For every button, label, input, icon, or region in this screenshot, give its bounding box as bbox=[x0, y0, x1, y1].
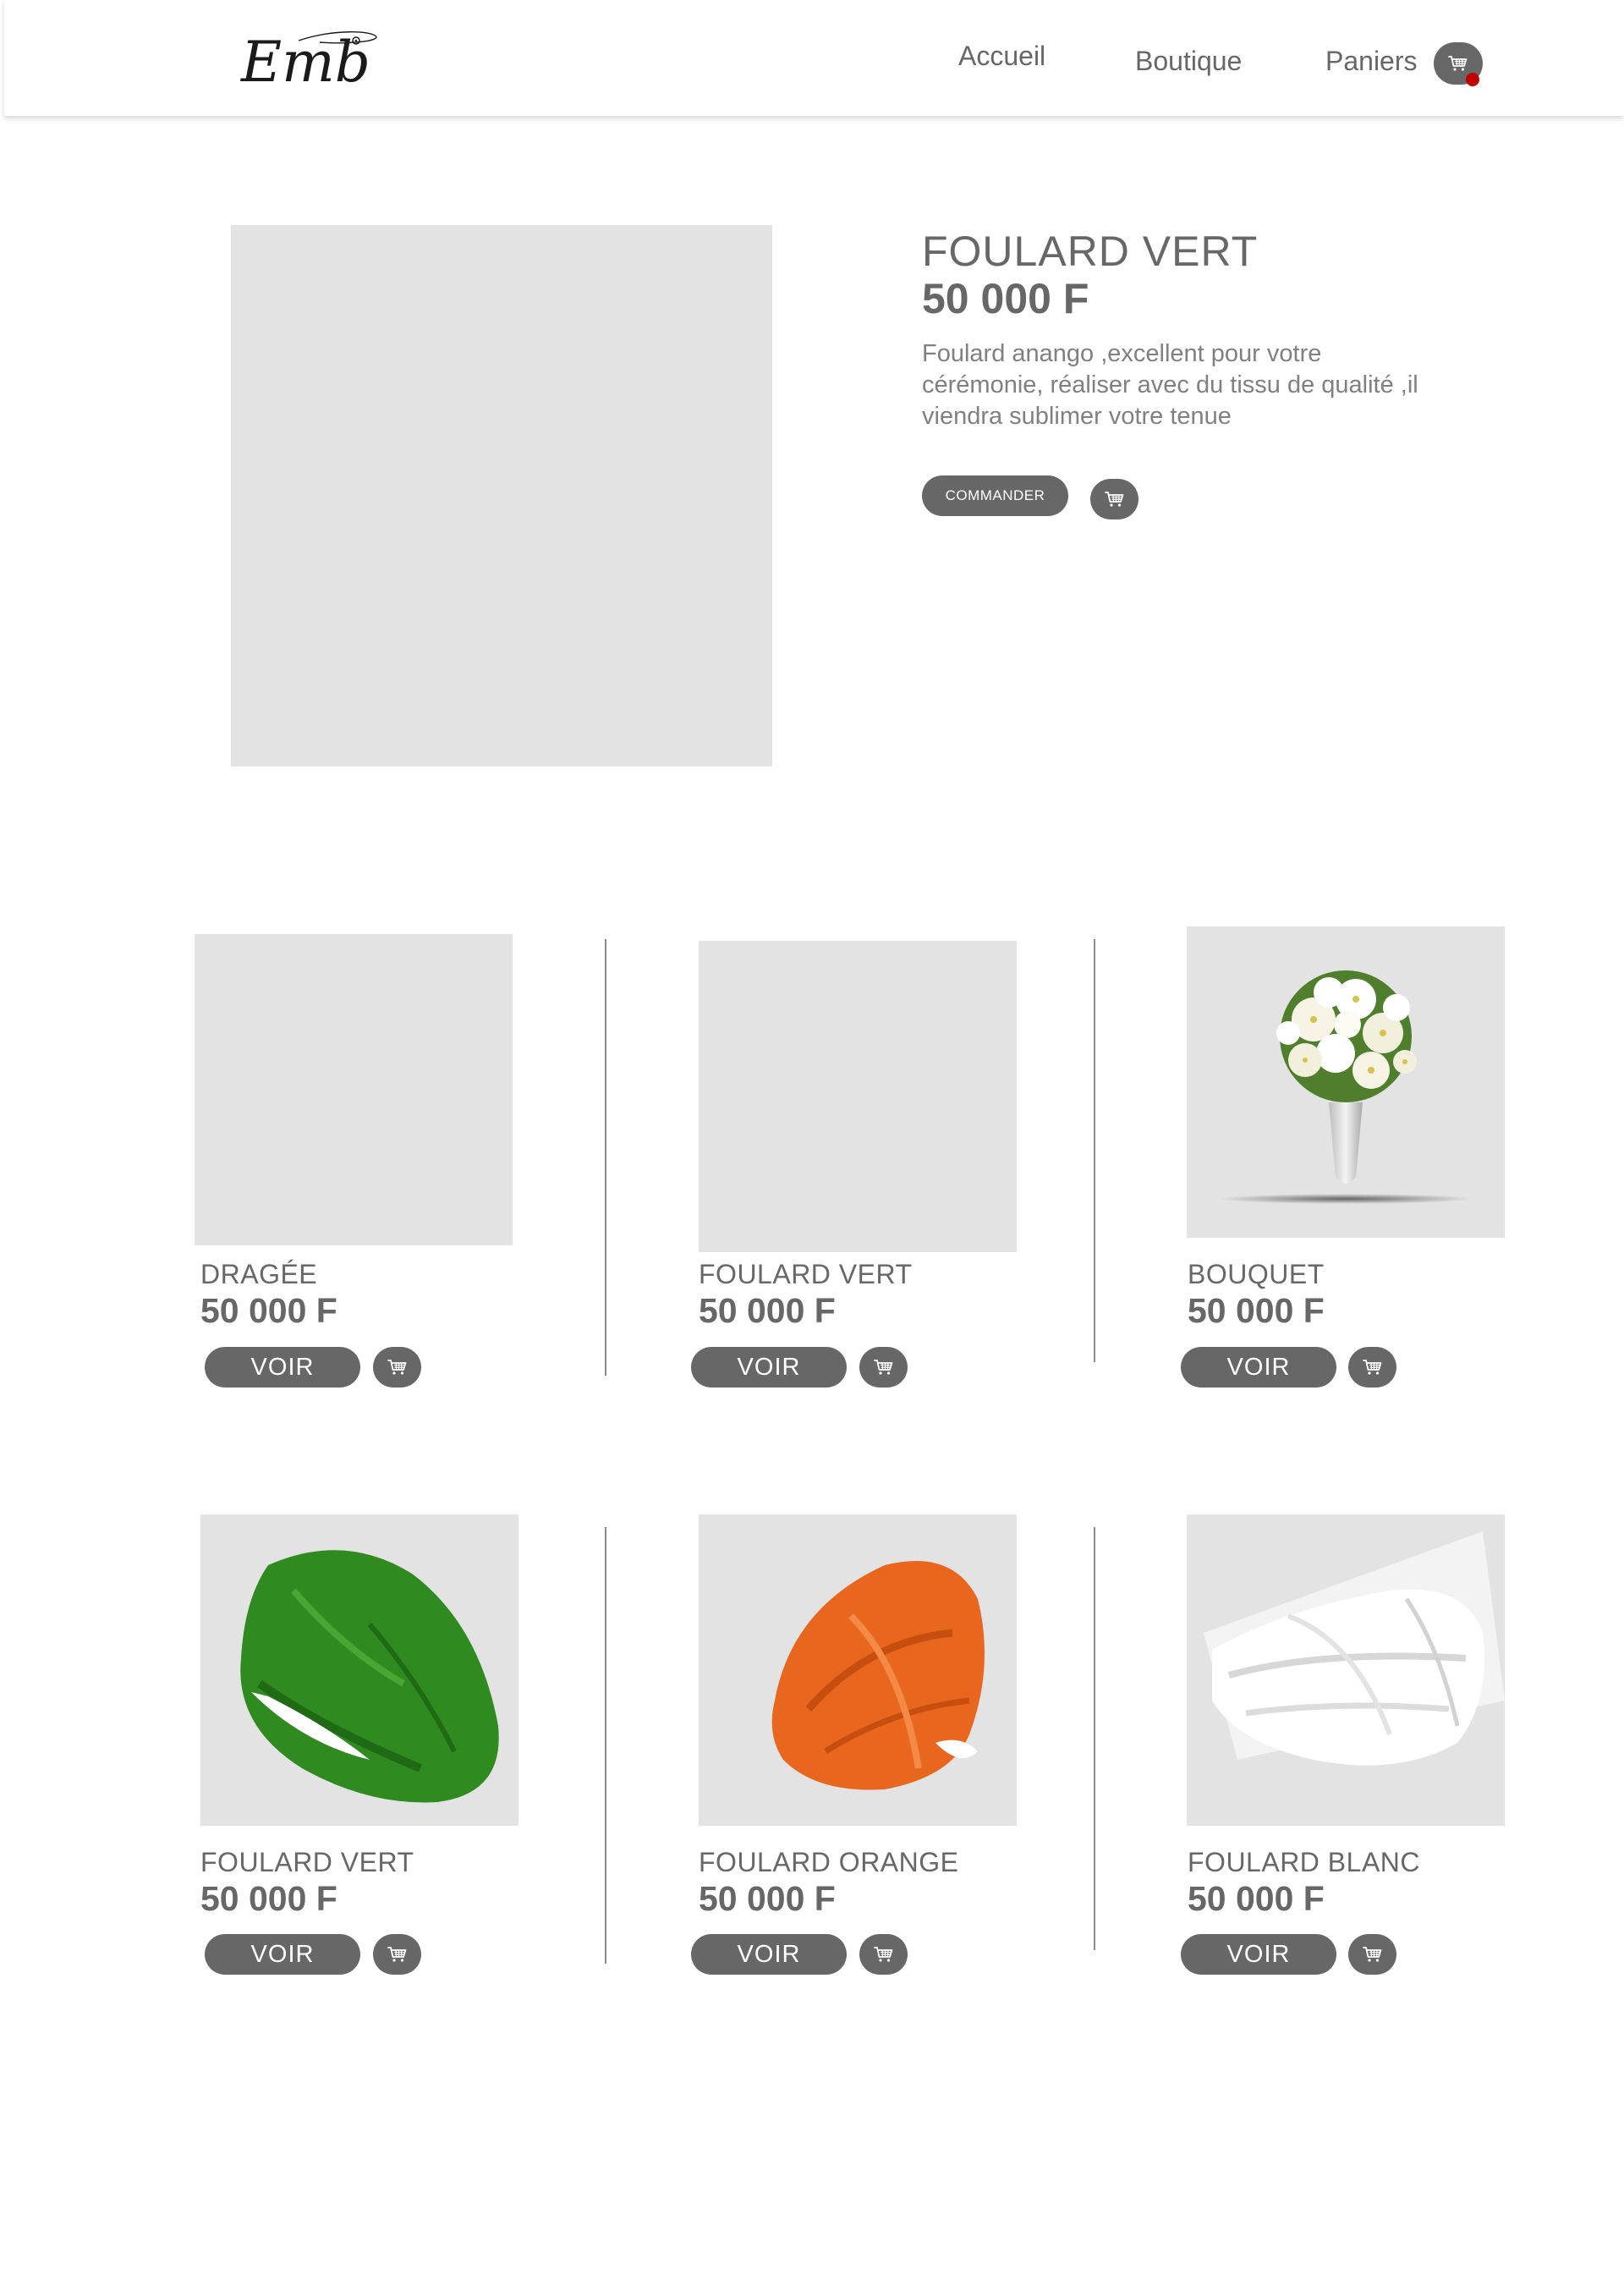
orange-headwrap-image bbox=[771, 1561, 985, 1790]
product-price: 50 000 F bbox=[699, 1291, 836, 1330]
add-to-cart-button[interactable] bbox=[859, 1934, 908, 1975]
product-price: 50 000 F bbox=[1188, 1879, 1325, 1918]
product-price: 50 000 F bbox=[1188, 1291, 1325, 1330]
white-headwrap-image bbox=[1204, 1531, 1505, 1766]
cart-icon bbox=[387, 1359, 408, 1376]
product-price: 50 000 F bbox=[200, 1291, 337, 1330]
product-name: DRAGÉE bbox=[200, 1259, 318, 1289]
voir-button[interactable]: VOIR bbox=[205, 1934, 360, 1975]
svg-text:Emb: Emb bbox=[240, 30, 370, 93]
cart-icon bbox=[1448, 55, 1468, 72]
featured-product-price: 50 000 F bbox=[922, 275, 1089, 322]
column-divider bbox=[605, 939, 606, 1376]
nav-boutique[interactable]: Boutique bbox=[1135, 46, 1242, 77]
voir-button[interactable]: VOIR bbox=[1181, 1347, 1336, 1388]
cart-icon bbox=[1363, 1359, 1383, 1376]
voir-button[interactable]: VOIR bbox=[1181, 1934, 1336, 1975]
bouquet-image bbox=[1219, 970, 1473, 1204]
product-image-foulard-vert[interactable] bbox=[699, 941, 1017, 1252]
add-to-cart-button[interactable] bbox=[1090, 479, 1138, 519]
product-name: FOULARD BLANC bbox=[1188, 1847, 1420, 1877]
add-to-cart-button[interactable] bbox=[859, 1347, 908, 1388]
product-name: FOULARD VERT bbox=[699, 1259, 913, 1289]
product-name: FOULARD ORANGE bbox=[699, 1847, 959, 1877]
featured-product-description: Foulard anango ,excellent pour votre cér… bbox=[922, 340, 1418, 430]
add-to-cart-button[interactable] bbox=[373, 1934, 421, 1975]
product-image-foulard-orange[interactable] bbox=[699, 1514, 1017, 1826]
cart-icon bbox=[1363, 1946, 1383, 1963]
add-to-cart-button[interactable] bbox=[373, 1347, 421, 1388]
product-name: FOULARD VERT bbox=[200, 1847, 414, 1877]
product-price: 50 000 F bbox=[699, 1879, 836, 1918]
product-image-foulard-vert[interactable] bbox=[200, 1514, 518, 1826]
commander-button[interactable]: COMMANDER bbox=[922, 475, 1068, 516]
nav-accueil[interactable]: Accueil bbox=[958, 41, 1045, 72]
voir-button[interactable]: VOIR bbox=[691, 1347, 847, 1388]
product-name: BOUQUET bbox=[1188, 1259, 1325, 1289]
cart-icon bbox=[874, 1946, 894, 1963]
featured-product-image bbox=[231, 225, 772, 767]
column-divider bbox=[605, 1527, 606, 1964]
column-divider bbox=[1094, 1527, 1095, 1950]
cart-notification-badge bbox=[1466, 73, 1479, 86]
featured-product-name: FOULARD VERT bbox=[922, 228, 1259, 275]
product-image-dragee[interactable] bbox=[195, 934, 513, 1245]
add-to-cart-button[interactable] bbox=[1348, 1934, 1396, 1975]
product-price: 50 000 F bbox=[200, 1879, 337, 1918]
cart-icon bbox=[387, 1946, 408, 1963]
cart-icon bbox=[874, 1359, 894, 1376]
green-headwrap-image bbox=[240, 1550, 499, 1803]
cart-icon bbox=[1105, 491, 1125, 508]
site-header: Emb Accueil Boutique Paniers bbox=[4, 0, 1624, 116]
product-image-bouquet[interactable] bbox=[1187, 926, 1505, 1238]
voir-button[interactable]: VOIR bbox=[205, 1347, 360, 1388]
column-divider bbox=[1094, 939, 1095, 1362]
logo[interactable]: Emb bbox=[239, 22, 383, 93]
product-image-foulard-blanc[interactable] bbox=[1187, 1514, 1505, 1826]
voir-button[interactable]: VOIR bbox=[691, 1934, 847, 1975]
nav-paniers[interactable]: Paniers bbox=[1325, 46, 1418, 77]
add-to-cart-button[interactable] bbox=[1348, 1347, 1396, 1388]
